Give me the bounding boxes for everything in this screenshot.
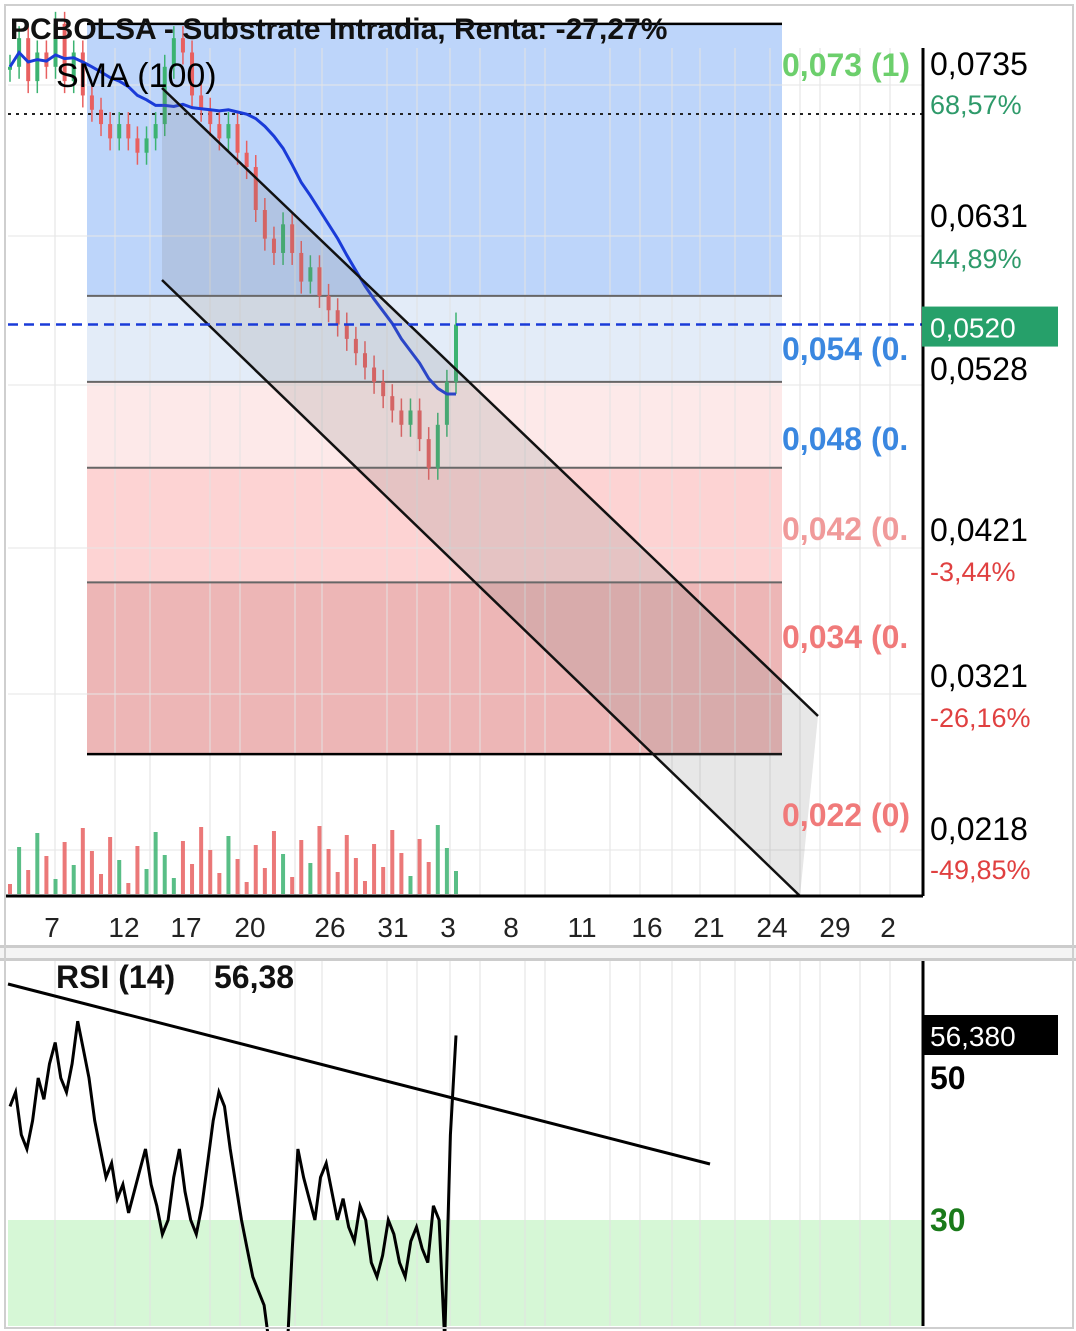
rsi-value: 56,38 bbox=[214, 959, 294, 995]
rsi-oversold-zone bbox=[8, 1220, 922, 1326]
chart-page: PCBOLSA - Substrate Intradia, Renta: -27… bbox=[0, 0, 1076, 1331]
panel-separator bbox=[0, 945, 1076, 961]
rsi-panel[interactable]: RSI (14) 56,38 56,380 50 30 bbox=[0, 0, 1076, 1331]
rsi-level-50: 50 bbox=[930, 1060, 966, 1096]
rsi-level-30: 30 bbox=[930, 1202, 966, 1238]
rsi-badge-text: 56,380 bbox=[930, 1021, 1016, 1052]
rsi-trendline bbox=[7, 982, 711, 1166]
rsi-label: RSI (14) bbox=[56, 959, 175, 995]
